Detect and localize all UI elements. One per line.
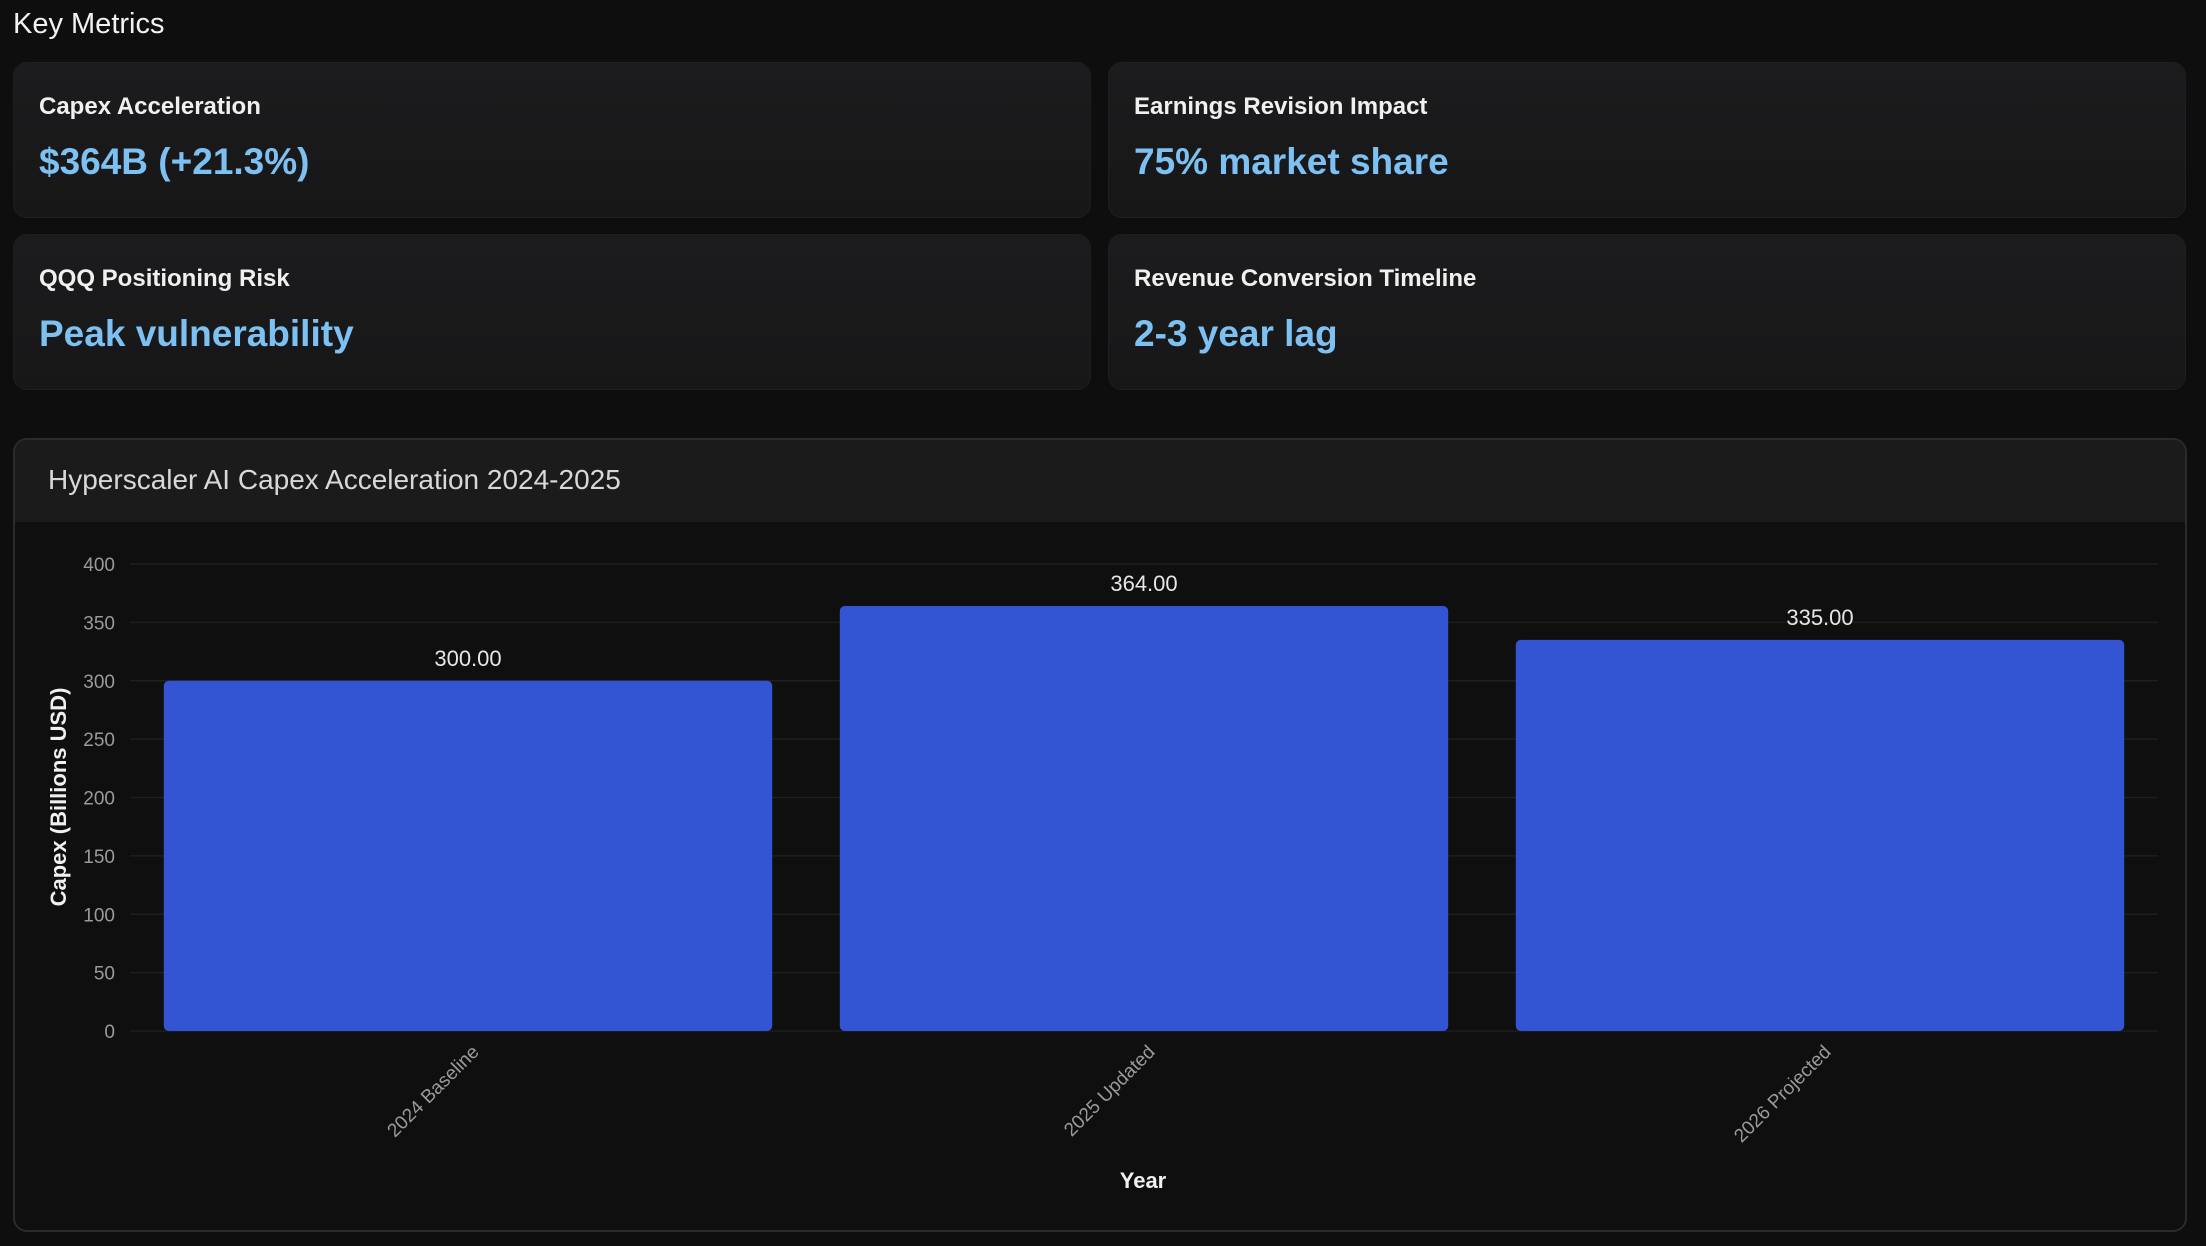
bar-value-label: 335.00 (1786, 605, 1853, 630)
y-tick-label: 400 (83, 555, 115, 576)
bar-value-label: 364.00 (1110, 571, 1177, 596)
metric-label: Capex Acceleration (39, 93, 261, 120)
y-tick-label: 0 (104, 1022, 115, 1043)
metric-card-revenue-conversion-timeline: Revenue Conversion Timeline 2-3 year lag (1108, 234, 2186, 390)
metric-label: QQQ Positioning Risk (39, 265, 290, 292)
bar-chart: 0 50 100 150 200 250 300 350 400 300.00 364.00 335… (46, 555, 2158, 1193)
y-tick-label: 250 (83, 730, 115, 751)
metric-card-capex-acceleration: Capex Acceleration $364B (+21.3%) (13, 62, 1091, 218)
y-tick-label: 50 (94, 964, 115, 985)
y-tick-label: 200 (83, 789, 115, 810)
metric-value: $364B (+21.3%) (39, 141, 310, 182)
x-tick-label: 2026 Projected (1730, 1042, 1835, 1147)
x-tick-label: 2024 Baseline (384, 1042, 484, 1142)
metric-card-qqq-positioning-risk: QQQ Positioning Risk Peak vulnerability (13, 234, 1091, 390)
y-tick-label: 300 (83, 672, 115, 693)
y-tick-label: 350 (83, 613, 115, 634)
dashboard-page: Key Metrics Capex Acceleration $364B (+2… (0, 0, 2206, 1246)
bar-2 (1515, 639, 2125, 1031)
bar-0 (163, 680, 773, 1031)
y-tick-label: 150 (83, 847, 115, 868)
x-tick-label: 2025 Updated (1060, 1042, 1159, 1141)
metric-label: Revenue Conversion Timeline (1134, 265, 1477, 292)
chart-panel: Hyperscaler AI Capex Acceleration 2024-2… (13, 438, 2187, 1232)
metric-label: Earnings Revision Impact (1134, 93, 1428, 120)
metric-card-earnings-revision-impact: Earnings Revision Impact 75% market shar… (1108, 62, 2186, 218)
metric-value: 75% market share (1134, 141, 1449, 182)
x-axis-title: Year (1120, 1168, 1167, 1193)
metric-value: Peak vulnerability (39, 313, 354, 354)
bar-value-label: 300.00 (434, 646, 501, 671)
bar-1 (839, 606, 1449, 1031)
section-title: Key Metrics (13, 8, 165, 40)
x-axis-ticks: 2024 Baseline 2025 Updated 2026 Projected (384, 1042, 1836, 1147)
metric-value: 2-3 year lag (1134, 313, 1338, 354)
y-axis-ticks: 0 50 100 150 200 250 300 350 400 (83, 555, 115, 1043)
y-tick-label: 100 (83, 905, 115, 926)
y-axis-title: Capex (Billions USD) (46, 688, 71, 907)
